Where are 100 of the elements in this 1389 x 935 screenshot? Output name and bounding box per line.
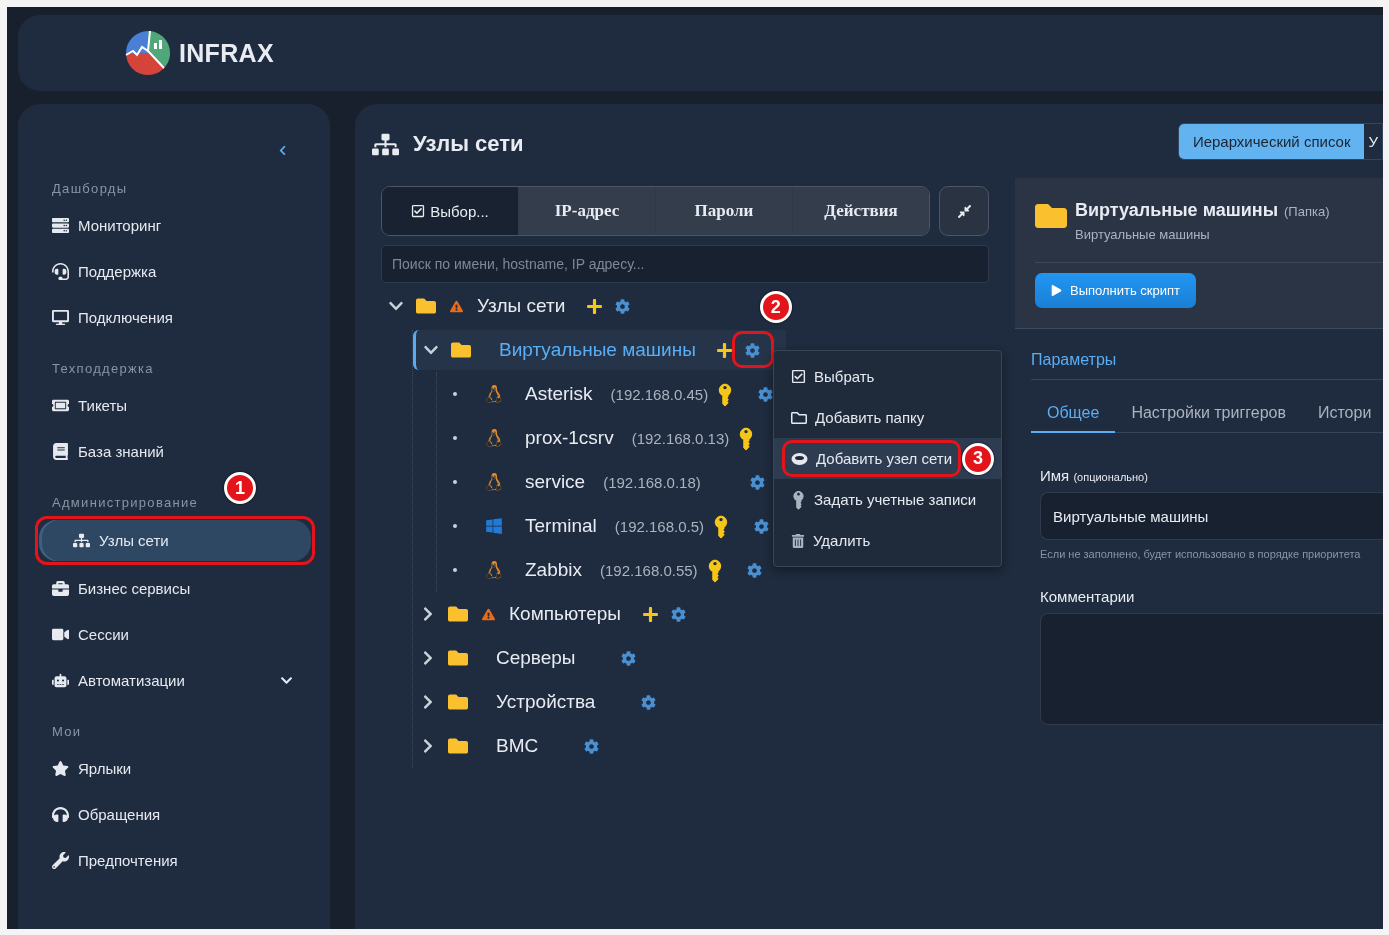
section-title: Мои	[52, 723, 83, 741]
folder-name[interactable]: Узлы сети	[477, 295, 566, 317]
ip-address: (192.168.0.18)	[603, 473, 701, 491]
bullet-icon	[453, 480, 457, 484]
logo-icon	[125, 30, 171, 76]
star-icon	[52, 759, 69, 777]
column-tab[interactable]: Пароли	[655, 187, 792, 235]
folder-icon	[791, 409, 807, 426]
logo-text: INFRAX	[179, 38, 274, 68]
step-badge: 1	[224, 472, 256, 504]
node-name[interactable]: prox-1csrv	[525, 427, 614, 449]
sidebar-label: Сессии	[78, 625, 129, 643]
settings-icon[interactable]	[753, 518, 769, 534]
details-title: Виртуальные машины (Папка)	[1075, 200, 1330, 221]
monitor-icon	[52, 308, 69, 326]
settings-icon[interactable]	[670, 606, 686, 622]
sidebar-item[interactable]: Предпочтения	[39, 837, 311, 883]
settings-icon[interactable]	[750, 474, 766, 490]
sidebar-item[interactable]: Сессии	[39, 611, 311, 657]
menu-item[interactable]: Добавить папку	[774, 397, 1001, 438]
sidebar-item[interactable]: Бизнес сервисы	[39, 565, 311, 611]
search-field[interactable]: Поиск по имени, hostname, IP адресу...	[381, 245, 989, 283]
node-name[interactable]: service	[525, 471, 586, 493]
menu-item[interactable]: Добавить узел сети 3	[774, 438, 1001, 479]
menu-item[interactable]: Задать учетные записи	[774, 479, 1001, 520]
section-title: Техподдержка	[52, 360, 155, 378]
add-icon[interactable]	[716, 341, 734, 359]
menu-item[interactable]: Выбрать	[774, 356, 1001, 397]
headphones-icon	[52, 805, 69, 823]
node-name[interactable]: Terminal	[525, 515, 597, 537]
bullet-icon	[453, 524, 457, 528]
bullet-icon	[453, 436, 457, 440]
sidebar-label: Тикеты	[78, 396, 128, 414]
node-name[interactable]: Zabbix	[525, 559, 583, 581]
trash-icon	[791, 533, 805, 548]
folder-name[interactable]: Серверы	[496, 647, 576, 669]
sidebar-label: Подключения	[78, 308, 173, 326]
sidebar-item[interactable]: Автоматизации	[39, 657, 311, 703]
settings-icon[interactable]	[757, 386, 773, 402]
view-toggle-button[interactable]: Иерархический список	[1178, 123, 1365, 159]
ip-address: (192.168.0.5)	[614, 517, 705, 535]
folder-icon	[448, 648, 468, 668]
folder-icon	[448, 692, 468, 712]
menu-item[interactable]: Удалить	[774, 520, 1001, 561]
sidebar-label: Ярлыки	[78, 759, 132, 777]
run-script-button[interactable]: Выполнить скрипт	[1035, 273, 1197, 308]
settings-icon[interactable]	[640, 694, 656, 710]
server-icon	[52, 216, 69, 234]
tab[interactable]: Общее	[1031, 396, 1116, 433]
play-icon	[1051, 285, 1062, 296]
comments-field[interactable]	[1040, 613, 1383, 725]
bullet-icon	[453, 392, 457, 396]
sidebar-item[interactable]: Ярлыки	[39, 745, 311, 791]
sidebar-label: Мониторинг	[78, 216, 162, 234]
column-tab[interactable]: Выбор...	[382, 187, 518, 235]
folder-name[interactable]: Виртуальные машины	[499, 339, 696, 361]
folder-icon	[448, 736, 468, 756]
settings-icon[interactable]	[621, 650, 637, 666]
step-badge: 3	[962, 442, 995, 475]
sidebar-item[interactable]: Обращения	[39, 791, 311, 837]
settings-icon[interactable]	[747, 562, 763, 578]
column-tab[interactable]: IP-адрес	[518, 187, 655, 235]
sidebar-item[interactable]: Узлы сети	[39, 520, 311, 561]
ip-address: (192.168.0.13)	[631, 429, 730, 447]
sidebar-label: Обращения	[78, 805, 161, 823]
page-title: Узлы сети	[413, 131, 524, 157]
sidebar-item[interactable]: Подключения	[39, 294, 311, 340]
details-subtitle: Виртуальные машины	[1075, 227, 1211, 242]
hierarchy-icon	[73, 532, 90, 549]
collapse-icon	[956, 203, 972, 219]
sidebar-label: Автоматизации	[78, 671, 185, 689]
node-name[interactable]: Asterisk	[525, 383, 593, 405]
add-icon[interactable]	[585, 297, 603, 315]
settings-icon[interactable]	[614, 298, 630, 314]
step-badge: 2	[759, 291, 792, 323]
tab[interactable]: Истори	[1301, 396, 1383, 433]
folder-name[interactable]: BMC	[496, 735, 539, 757]
folder-name[interactable]: Компьютеры	[509, 603, 621, 625]
robot-icon	[52, 671, 69, 689]
folder-name[interactable]: Устройства	[496, 691, 596, 713]
collapse-icon[interactable]	[277, 144, 288, 156]
collapse-button[interactable]	[939, 186, 989, 236]
settings-icon[interactable]	[583, 738, 599, 754]
sidebar-label: Предпочтения	[78, 851, 178, 869]
bullet-icon	[453, 568, 457, 572]
add-icon[interactable]	[641, 605, 659, 623]
checkbox-icon	[411, 204, 426, 218]
sidebar-item[interactable]: Мониторинг	[39, 202, 311, 248]
column-tab[interactable]: Действия	[792, 187, 929, 235]
name-field[interactable]: Виртуальные машины	[1040, 492, 1383, 540]
checkbox-icon	[791, 369, 806, 384]
sidebar-item[interactable]: База знаний	[39, 428, 311, 474]
sidebar-label: База знаний	[78, 442, 164, 460]
settings-icon[interactable]	[745, 342, 761, 358]
sidebar-label: Бизнес сервисы	[78, 579, 191, 597]
sidebar-item[interactable]: Поддержка	[39, 248, 311, 294]
tab[interactable]: Настройки триггеров	[1115, 396, 1302, 433]
section-tab[interactable]: Параметры	[1031, 347, 1117, 379]
disk-icon	[791, 451, 808, 466]
sidebar-item[interactable]: Тикеты	[39, 382, 311, 428]
